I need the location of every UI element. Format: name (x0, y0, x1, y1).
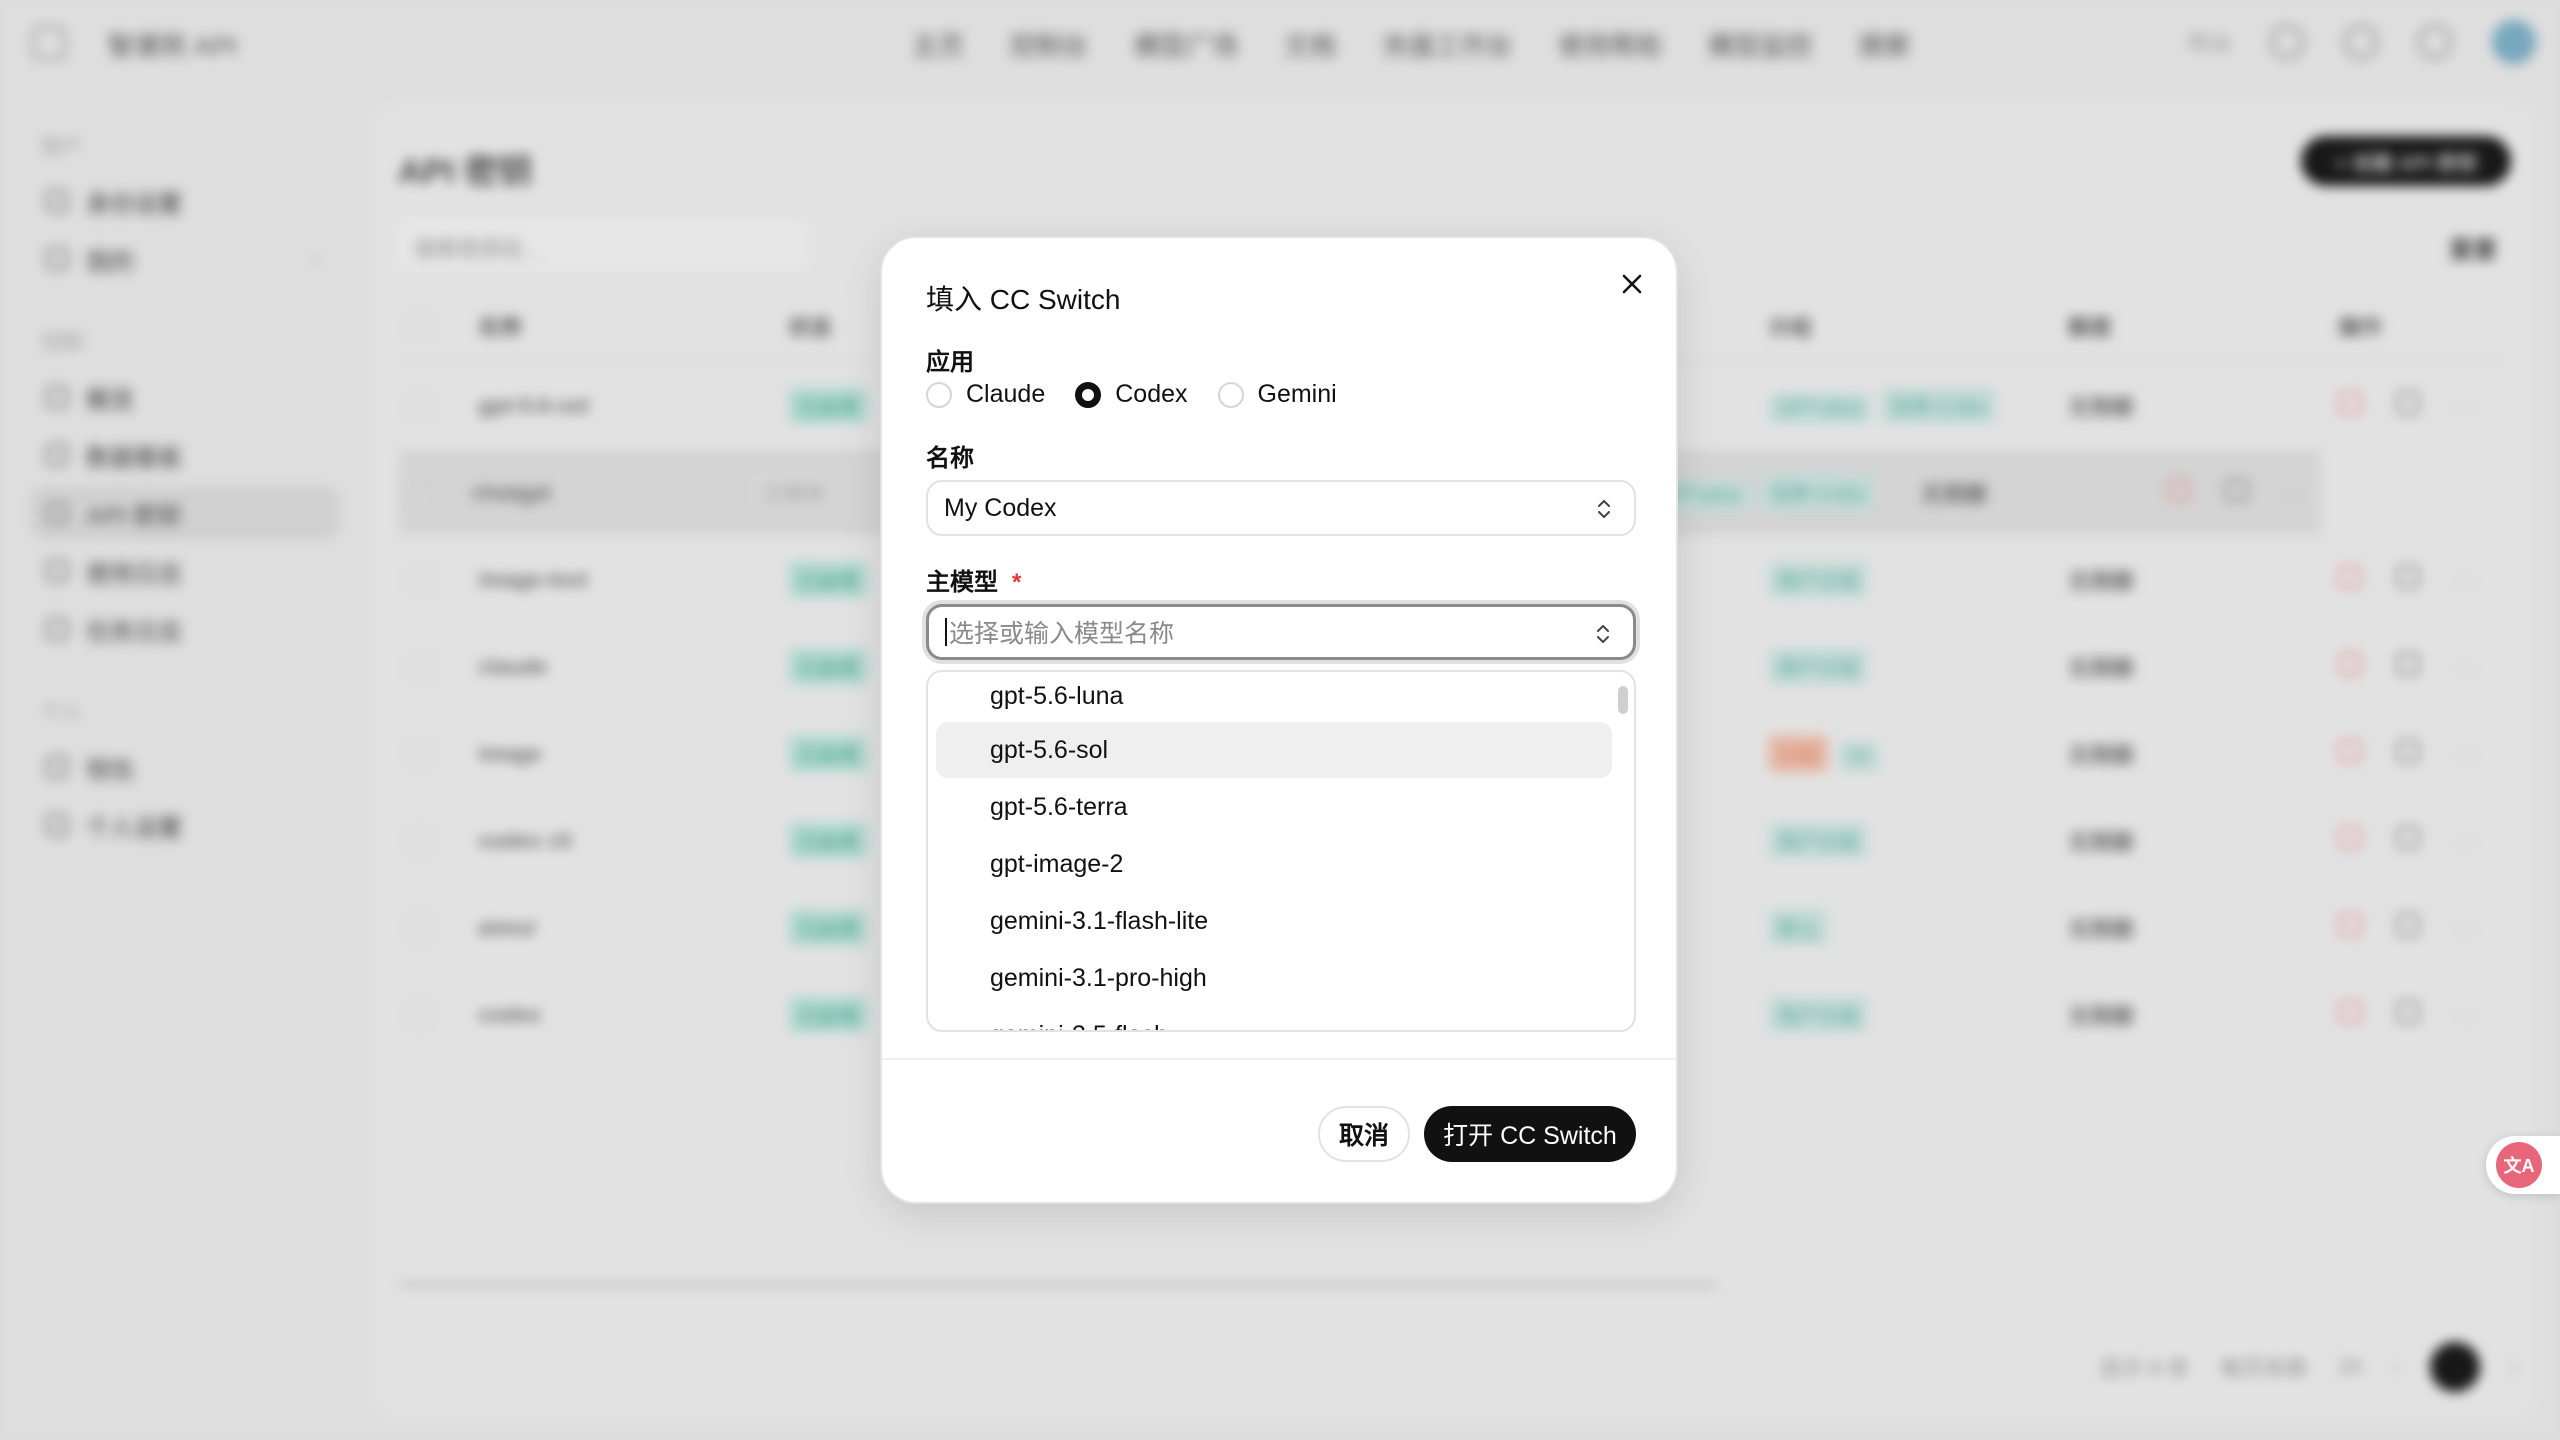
name-label: 名称 (926, 445, 974, 472)
dropdown-scrollbar[interactable] (1618, 686, 1628, 714)
radio-gemini[interactable]: Gemini (1217, 380, 1337, 409)
cc-switch-dialog: 填入 CC Switch 应用 Claude Codex Gemini 名称 M… (880, 236, 1678, 1204)
cancel-button[interactable]: 取消 (1318, 1106, 1410, 1162)
app-label: 应用 (926, 349, 974, 376)
radio-claude[interactable]: Claude (926, 380, 1045, 409)
translate-icon: 文A (2496, 1142, 2542, 1188)
model-option[interactable]: gemini-3.1-pro-high (936, 950, 1612, 1006)
text-caret (945, 618, 947, 646)
dialog-title: 填入 CC Switch (926, 284, 1121, 315)
name-select[interactable]: My Codex (926, 480, 1636, 536)
radio-label: Claude (966, 380, 1046, 408)
translate-button[interactable]: 文A (2486, 1136, 2560, 1194)
model-option-hovered[interactable]: gpt-5.6-sol (936, 722, 1612, 778)
required-mark: * (1012, 569, 1022, 596)
model-dropdown-list[interactable]: gpt-5.6-luna gpt-5.6-sol gpt-5.6-terra g… (926, 670, 1636, 1032)
model-option[interactable]: gpt-5.6-terra (936, 779, 1612, 835)
footer-divider (882, 1058, 1676, 1060)
model-placeholder: 选择或输入模型名称 (949, 620, 1175, 648)
model-option[interactable]: gemini-3.5-flash (936, 1007, 1612, 1031)
close-button[interactable] (1610, 262, 1654, 306)
app-radio-group: Claude Codex Gemini (926, 380, 1337, 409)
radio-label: Codex (1115, 380, 1188, 408)
chevron-up-down-icon (1598, 500, 1610, 518)
radio-codex[interactable]: Codex (1075, 380, 1188, 409)
open-cc-switch-button[interactable]: 打开 CC Switch (1424, 1106, 1636, 1162)
chevron-up-down-icon (1597, 625, 1609, 643)
radio-label: Gemini (1257, 380, 1337, 408)
model-option[interactable]: gemini-3.1-flash-lite (936, 893, 1612, 949)
model-combobox[interactable]: 选择或输入模型名称 (926, 604, 1636, 660)
radio-dot (926, 381, 952, 408)
name-value: My Codex (944, 493, 1057, 522)
close-icon (1622, 274, 1642, 294)
model-option[interactable]: gpt-image-2 (936, 836, 1612, 892)
page: 智谱到 API 主页 控制台 模型广场 文档 充值工作台 使用帮助 模型监控 搜… (0, 0, 2560, 1440)
model-label-text: 主模型 (926, 569, 998, 596)
radio-dot-selected (1075, 381, 1102, 408)
model-label: 主模型 * (926, 562, 1021, 597)
radio-dot (1217, 381, 1244, 408)
model-option[interactable]: gpt-5.6-luna (936, 672, 1612, 724)
